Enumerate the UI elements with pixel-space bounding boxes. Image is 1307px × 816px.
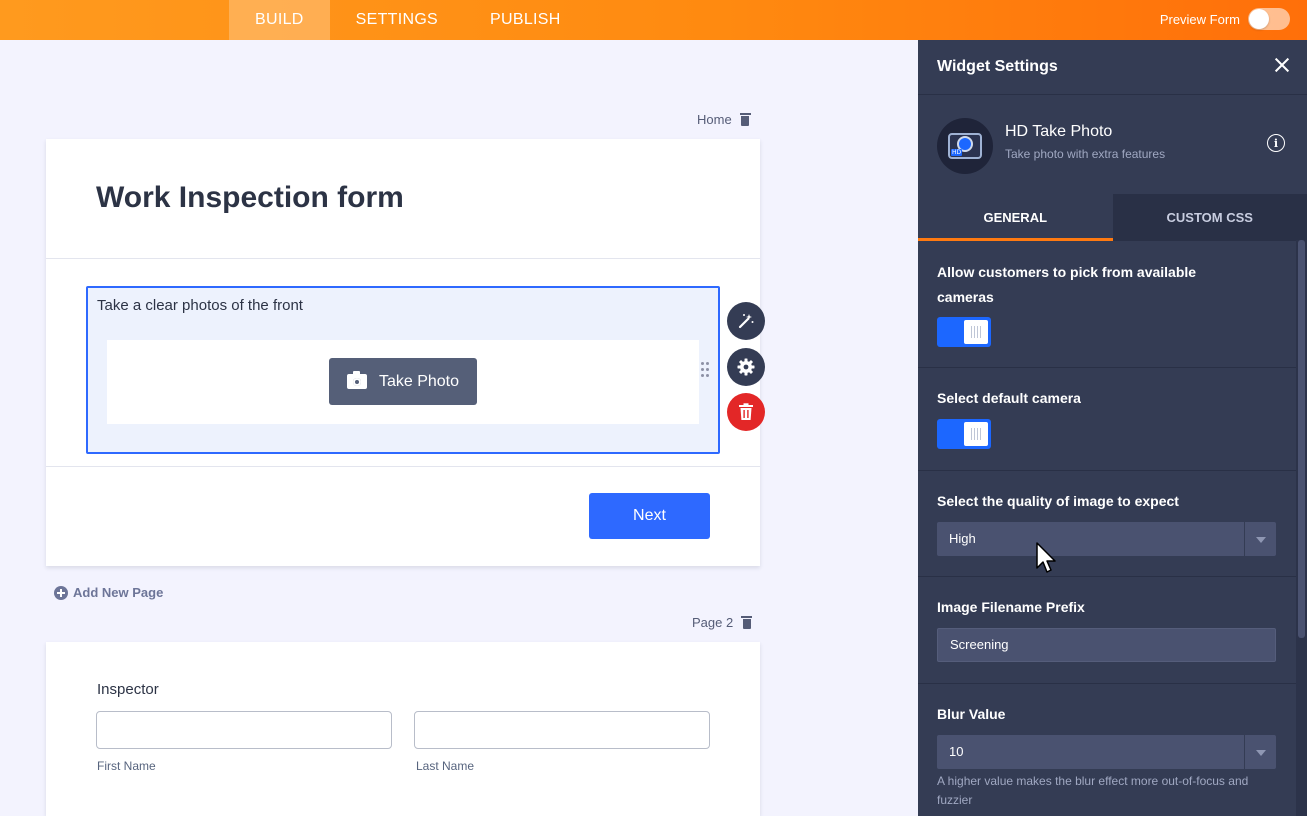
first-name-input[interactable] [96, 711, 392, 749]
blur-hint: A higher value makes the blur effect mor… [937, 774, 1249, 807]
setting-default-camera: Select default camera [918, 368, 1296, 471]
magic-wand-icon [738, 314, 754, 329]
blur-select[interactable]: 10 [937, 735, 1276, 769]
tab-settings[interactable]: SETTINGS [330, 0, 464, 40]
divider [46, 258, 760, 259]
page-label-page2: Page 2 [692, 615, 757, 630]
page-label-home: Home [697, 112, 757, 127]
mouse-cursor-icon [1036, 542, 1056, 573]
page-name: Page 2 [692, 615, 734, 630]
quality-value: High [949, 531, 976, 546]
widget-label[interactable]: Take a clear photos of the front [97, 297, 303, 314]
tab-publish[interactable]: PUBLISH [464, 0, 587, 40]
widget-info: HD Take Photo Take photo with extra feat… [918, 96, 1307, 194]
setting-label: Image Filename Prefix [937, 599, 1085, 615]
widget-name: HD Take Photo [1005, 123, 1113, 140]
take-photo-label: Take Photo [378, 372, 460, 390]
panel-title: Widget Settings [937, 58, 1058, 75]
setting-label: Select the quality of image to expect [937, 493, 1179, 509]
properties-button[interactable] [727, 348, 765, 386]
tab-general[interactable]: GENERAL [918, 194, 1113, 241]
tab-custom-css[interactable]: CUSTOM CSS [1113, 194, 1307, 241]
widget-settings-panel: Widget Settings HD Take Photo Take photo… [918, 40, 1307, 816]
setting-blur-value: Blur Value 10 A higher value makes the b… [918, 684, 1296, 816]
last-name-sublabel: Last Name [416, 759, 475, 773]
gear-icon [737, 358, 755, 376]
top-nav: BUILD SETTINGS PUBLISH [229, 0, 587, 40]
panel-header: Widget Settings [918, 40, 1307, 95]
divider [46, 466, 760, 467]
filename-prefix-input[interactable]: Screening [937, 628, 1276, 662]
trash-icon[interactable] [741, 616, 753, 629]
toggle-knob [964, 320, 988, 344]
chevron-down-icon [1244, 522, 1276, 556]
inspector-label[interactable]: Inspector [97, 681, 159, 698]
take-photo-widget[interactable]: Take a clear photos of the front Take Ph… [86, 286, 720, 454]
form-page-card: Work Inspection form Take a clear photos… [46, 139, 760, 566]
last-name-input[interactable] [414, 711, 710, 749]
add-new-page-label: Add New Page [73, 585, 164, 600]
take-photo-button[interactable]: Take Photo [329, 358, 477, 405]
chevron-down-icon [1244, 735, 1276, 769]
setting-filename-prefix: Image Filename Prefix Screening [918, 577, 1296, 684]
setting-image-quality: Select the quality of image to expect Hi… [918, 471, 1296, 577]
setting-label: Select default camera [937, 390, 1081, 406]
drag-handle-icon[interactable] [701, 362, 711, 378]
toggle-knob [964, 422, 988, 446]
info-icon[interactable]: i [1267, 134, 1285, 152]
next-button[interactable]: Next [589, 493, 710, 539]
camera-icon [346, 371, 367, 389]
trash-icon [739, 403, 753, 420]
hd-camera-icon [948, 133, 982, 159]
form-page-card: Inspector First Name Last Name [46, 642, 760, 816]
add-new-page-link[interactable]: Add New Page [54, 585, 163, 600]
first-name-sublabel: First Name [97, 759, 156, 773]
setting-label: Blur Value [937, 706, 1006, 722]
preview-form-label: Preview Form [1159, 11, 1240, 27]
close-icon[interactable] [1275, 58, 1289, 72]
wand-button[interactable] [727, 302, 765, 340]
settings-tabs: GENERAL CUSTOM CSS [918, 194, 1307, 241]
setting-label: Allow customers to pick from available c… [937, 264, 1197, 305]
setting-pick-cameras: Allow customers to pick from available c… [918, 241, 1296, 368]
plus-circle-icon [54, 585, 68, 600]
tab-build[interactable]: BUILD [229, 0, 330, 40]
blur-value: 10 [949, 744, 964, 759]
toggle-knob [1249, 9, 1269, 29]
default-camera-toggle[interactable] [937, 419, 991, 449]
widget-body: Take Photo [107, 340, 699, 424]
widget-logo [937, 118, 993, 174]
scrollbar-thumb[interactable] [1298, 240, 1305, 638]
form-title[interactable]: Work Inspection form [96, 181, 404, 215]
trash-icon[interactable] [739, 113, 751, 126]
pick-cameras-toggle[interactable] [937, 317, 991, 347]
quality-select[interactable]: High [937, 522, 1276, 556]
preview-form-toggle[interactable] [1248, 8, 1290, 30]
panel-scrollbar[interactable] [1296, 240, 1307, 816]
page-name: Home [697, 112, 732, 127]
top-bar: BUILD SETTINGS PUBLISH Preview Form [0, 0, 1307, 40]
preview-form-control: Preview Form [1160, 8, 1290, 30]
widget-description: Take photo with extra features [1005, 147, 1166, 161]
delete-button[interactable] [727, 393, 765, 431]
